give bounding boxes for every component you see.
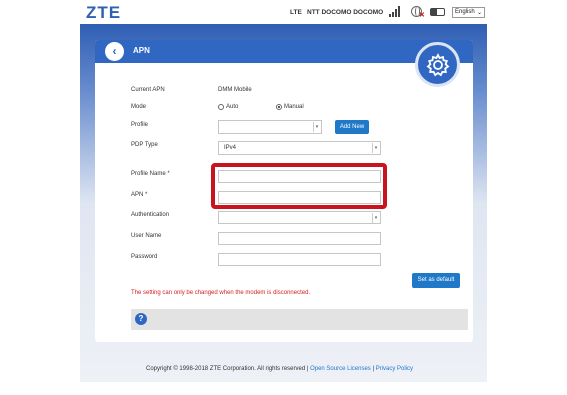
highlight-box: [211, 163, 387, 209]
page-title: APN: [133, 46, 150, 55]
pdp-type-value: IPv4: [224, 145, 237, 151]
authentication-select[interactable]: ▾: [218, 211, 381, 224]
current-apn-value: DMM Mobile: [218, 87, 252, 93]
language-select[interactable]: English ⌄: [452, 7, 485, 18]
pdp-type-select[interactable]: IPv4 ▾: [218, 141, 381, 155]
password-label: Password: [131, 254, 158, 260]
privacy-policy-link[interactable]: Privacy Policy: [376, 366, 413, 372]
mode-auto-label: Auto: [226, 104, 239, 110]
chevron-down-icon: ⌄: [476, 10, 482, 16]
mode-auto-radio[interactable]: [218, 104, 224, 110]
profile-label: Profile: [131, 122, 149, 128]
open-source-link[interactable]: Open Source Licenses: [310, 366, 371, 372]
footer-separator: |: [306, 366, 309, 372]
footer: Copyright © 1998-2018 ZTE Corporation. A…: [146, 366, 413, 372]
router-admin-page: ZTE LTE NTT DOCOMO DOCOMO ✕ English ⌄ ‹ …: [0, 0, 567, 395]
network-type: LTE: [290, 9, 302, 16]
gear-glyph: [426, 53, 450, 77]
apn-label: APN *: [131, 192, 148, 198]
chevron-down-icon: ▾: [372, 143, 379, 153]
add-new-button[interactable]: Add New: [335, 120, 369, 134]
mode-manual-label: Manual: [284, 104, 304, 110]
mode-manual-radio[interactable]: [276, 104, 282, 110]
gear-icon: [415, 42, 460, 87]
battery-icon: [430, 8, 445, 16]
language-value: English: [455, 9, 475, 15]
authentication-label: Authentication: [131, 212, 170, 218]
password-input[interactable]: [218, 253, 381, 266]
profile-select[interactable]: ▾: [218, 120, 322, 134]
copyright-text: Copyright © 1998-2018 ZTE Corporation. A…: [146, 366, 306, 372]
signal-strength-icon: [389, 6, 401, 17]
help-icon[interactable]: ?: [135, 313, 147, 325]
profile-name-label: Profile Name *: [131, 171, 170, 177]
pdp-type-label: PDP Type: [131, 142, 158, 148]
current-apn-label: Current APN: [131, 87, 165, 93]
mode-label: Mode: [131, 104, 147, 110]
top-bar: [80, 0, 487, 24]
disconnected-x-icon: ✕: [419, 12, 425, 19]
set-as-default-button[interactable]: Set as default: [412, 273, 460, 288]
footer-separator: |: [372, 366, 375, 372]
user-name-input[interactable]: [218, 232, 381, 245]
warning-text: The setting can only be changed when the…: [131, 290, 311, 296]
back-button[interactable]: ‹: [105, 42, 124, 61]
chevron-down-icon: ▾: [372, 213, 379, 223]
carrier-name: NTT DOCOMO DOCOMO: [307, 9, 384, 16]
chevron-down-icon: ▾: [313, 122, 320, 132]
user-name-label: User Name: [131, 233, 162, 239]
zte-logo: ZTE: [86, 3, 122, 22]
help-bar: [131, 309, 468, 330]
